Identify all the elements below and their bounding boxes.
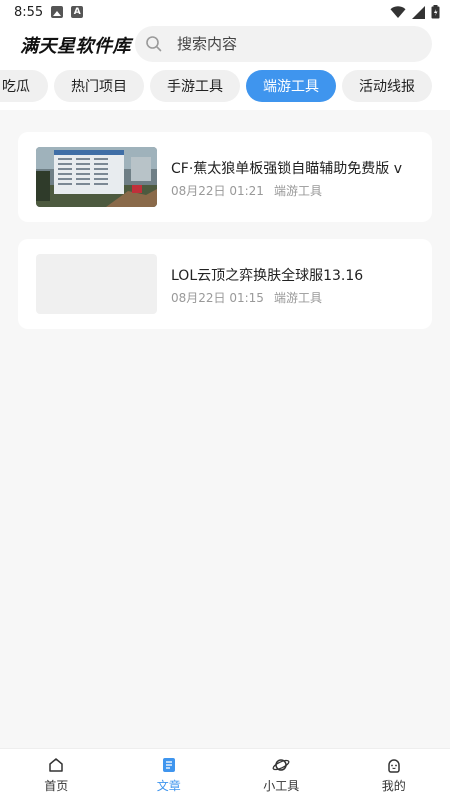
tab-label: 活动线报 xyxy=(359,79,415,95)
nav-tools[interactable]: 小工具 xyxy=(225,749,338,800)
app-title: 满天星软件库 xyxy=(20,36,131,57)
nav-label: 我的 xyxy=(381,778,406,793)
image-icon xyxy=(51,6,64,18)
article-icon xyxy=(162,757,175,772)
home-icon xyxy=(49,757,63,772)
nav-home[interactable]: 首页 xyxy=(0,749,113,800)
category-tabs: 吃瓜 热门项目 手游工具 端游工具 活动线报 xyxy=(0,66,450,110)
planet-icon xyxy=(272,758,290,771)
tab-label: 热门项目 xyxy=(71,79,127,95)
game-screenshot-image xyxy=(36,147,157,207)
article-date: 08月22日 01:21 xyxy=(171,184,264,198)
profile-icon xyxy=(388,758,400,773)
tab-event-news[interactable]: 活动线报 xyxy=(342,70,432,102)
search-input[interactable] xyxy=(177,35,397,53)
nav-profile[interactable]: 我的 xyxy=(338,749,450,800)
nav-label: 首页 xyxy=(44,778,69,793)
article-thumbnail-placeholder xyxy=(36,254,157,314)
tab-label: 端游工具 xyxy=(263,79,319,95)
article-title: CF·蕉太狼单板强锁自瞄辅助免费版 v xyxy=(171,161,403,177)
article-meta: 08月22日 01:15 端游工具 xyxy=(171,289,322,306)
article-title: LOL云顶之弈换肤全球服13.16 xyxy=(171,268,364,284)
article-meta: 08月22日 01:21 端游工具 xyxy=(171,182,322,199)
bottom-nav: 首页 文章 小工具 我的 xyxy=(0,748,450,800)
header: 满天星软件库 xyxy=(0,24,450,66)
a-icon: A xyxy=(71,6,84,18)
search-bar[interactable] xyxy=(135,26,432,62)
status-bar: 8:55 A xyxy=(0,0,450,24)
tab-label: 吃瓜 xyxy=(2,79,30,95)
nav-label: 小工具 xyxy=(263,778,300,793)
article-category: 端游工具 xyxy=(273,291,322,305)
article-card[interactable]: CF·蕉太狼单板强锁自瞄辅助免费版 v 08月22日 01:21 端游工具 xyxy=(18,132,432,222)
tab-mobile-game-tools[interactable]: 手游工具 xyxy=(150,70,240,102)
search-icon xyxy=(146,36,162,52)
article-category: 端游工具 xyxy=(273,184,322,198)
signal-icon xyxy=(412,5,425,19)
app-root: 8:55 A 满天星软件库 搜索内容 吃瓜 热门项目 手游工具 端游工具 活动线… xyxy=(0,0,450,800)
tab-hot-projects[interactable]: 热门项目 xyxy=(54,70,144,102)
nav-label: 文章 xyxy=(156,778,181,793)
nav-articles[interactable]: 文章 xyxy=(113,749,226,800)
tab-chigua[interactable]: 吃瓜 xyxy=(0,70,48,102)
battery-icon xyxy=(431,5,440,19)
tab-label: 手游工具 xyxy=(167,79,223,95)
wifi-icon xyxy=(390,5,406,18)
status-time: 8:55 xyxy=(14,4,44,20)
tab-pc-game-tools[interactable]: 端游工具 xyxy=(246,70,336,102)
article-thumbnail xyxy=(36,147,157,207)
article-date: 08月22日 01:15 xyxy=(171,291,264,305)
article-card[interactable]: LOL云顶之弈换肤全球服13.16 08月22日 01:15 端游工具 xyxy=(18,239,432,329)
